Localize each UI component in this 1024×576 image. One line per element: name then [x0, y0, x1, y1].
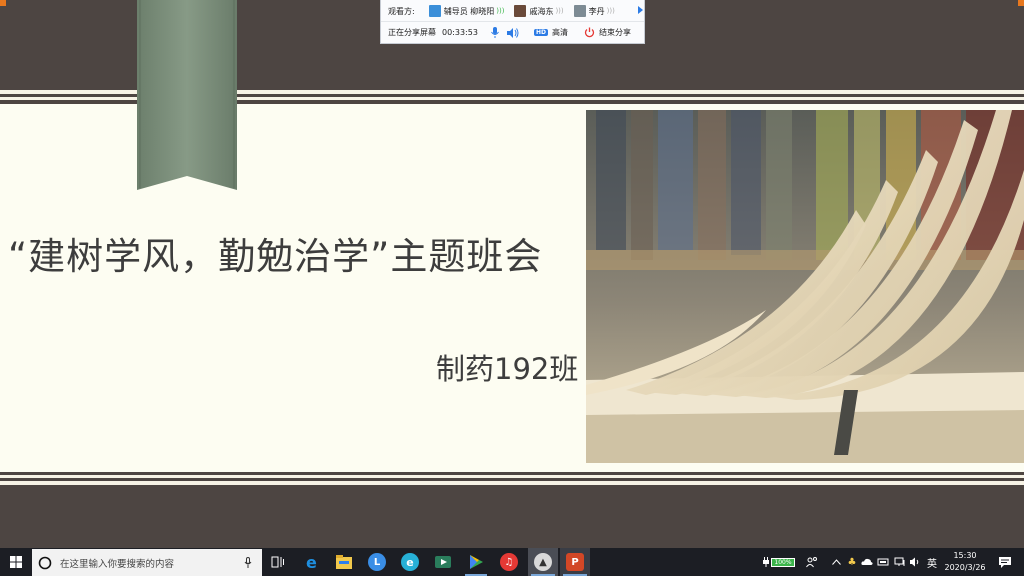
viewers-row: 观看方: 辅导员 柳晓阳 ))) 戚海东 ))) 李丹 ))): [381, 0, 644, 22]
people-glyph-icon: [806, 557, 817, 568]
network-icon[interactable]: [893, 548, 907, 576]
speaker-icon[interactable]: [506, 27, 520, 39]
viewer-item[interactable]: 李丹 ))): [573, 5, 615, 17]
video-player-icon: [435, 556, 451, 568]
expand-arrow-icon[interactable]: [638, 6, 643, 14]
monitor-network-icon: [894, 557, 905, 566]
open-book-photo: [586, 110, 1024, 463]
chevron-up-icon: [831, 559, 841, 565]
cortana-circle-icon: [38, 556, 52, 569]
avatar: [514, 5, 527, 17]
power-icon: [584, 27, 595, 38]
people-icon[interactable]: [804, 548, 820, 576]
l-app-icon: L: [368, 553, 386, 571]
viewer-item[interactable]: 戚海东 ))): [514, 5, 564, 17]
start-button[interactable]: [0, 548, 32, 576]
search-placeholder: 在这里输入你要搜索的内容: [60, 558, 175, 570]
elapsed-time: 00:33:53: [442, 28, 478, 37]
show-hidden-icons-chevron-icon[interactable]: [830, 548, 842, 576]
slide-stripe: [0, 481, 1024, 485]
battery-percent: 100%: [771, 557, 795, 567]
task-view-icon: [271, 556, 284, 568]
speaker-inactive-icon: ))): [606, 7, 615, 15]
volume-icon[interactable]: [908, 548, 922, 576]
taskbar-app-l[interactable]: L: [363, 548, 391, 576]
task-view-button[interactable]: [264, 548, 292, 576]
viewer-name: 辅导员 柳晓阳: [443, 6, 495, 16]
speaker-tray-icon: [910, 557, 919, 567]
ie-browser-icon: e: [401, 553, 419, 571]
speaker-inactive-icon: ))): [555, 7, 564, 15]
device-glyph-icon: [877, 558, 889, 565]
viewer-name: 李丹: [588, 6, 605, 16]
viewer-item[interactable]: 辅导员 柳晓阳 ))): [428, 5, 505, 17]
play-store-icon: [470, 555, 483, 569]
share-status-label: 正在分享屏幕: [388, 28, 436, 37]
taskbar-app-powerpoint[interactable]: P: [560, 548, 590, 576]
clock[interactable]: 15:30 2020/3/26: [942, 548, 988, 576]
speaker-active-icon: ))): [496, 7, 505, 15]
taskbar-app-explorer[interactable]: [330, 548, 358, 576]
bookmark-ribbon: [137, 0, 237, 190]
notification-icon: [999, 556, 1011, 568]
screen-corner-marker: [1018, 0, 1024, 6]
viewers-label: 观看方:: [388, 6, 415, 16]
tray-app-icon[interactable]: ♣: [845, 548, 859, 576]
taskbar-app-edge[interactable]: e: [298, 548, 326, 576]
end-share-button[interactable]: 结束分享: [599, 27, 631, 38]
taskbar-app-play[interactable]: [462, 548, 490, 576]
quality-button[interactable]: 高清: [552, 27, 568, 38]
slide-stripe: [0, 475, 1024, 478]
tray-app-glyph-icon: ♣: [847, 556, 857, 568]
screen-corner-marker: [0, 0, 6, 6]
music-app-icon: ♫: [500, 553, 518, 571]
cloud-icon: [861, 558, 873, 565]
clock-date: 2020/3/26: [944, 563, 986, 572]
presentation-slide: “建树学风，勤勉治学”主题班会 制药192班: [0, 0, 1024, 548]
battery-indicator[interactable]: 100%: [762, 548, 796, 576]
taskbar-app-classroom[interactable]: ▲: [528, 548, 558, 576]
screen-share-panel: 观看方: 辅导员 柳晓阳 ))) 戚海东 ))) 李丹 ))) 正在分享屏幕 0…: [380, 0, 645, 44]
share-status-row: 正在分享屏幕 00:33:53 HD 高清 结束分享: [381, 22, 644, 43]
taskbar-search-box[interactable]: 在这里输入你要搜索的内容: [32, 549, 262, 576]
taskbar-app-video[interactable]: [429, 548, 457, 576]
windows-logo-icon: [10, 556, 22, 568]
powerpoint-icon: P: [566, 553, 584, 571]
hd-badge: HD: [533, 29, 548, 36]
edge-browser-icon: e: [306, 553, 317, 571]
action-center-button[interactable]: [992, 548, 1018, 576]
avatar: [573, 5, 586, 17]
input-method-indicator[interactable]: 英: [924, 548, 940, 576]
microphone-search-icon[interactable]: [244, 556, 252, 569]
slide-subtitle: 制药192班: [436, 352, 579, 386]
onedrive-icon[interactable]: [860, 548, 874, 576]
clock-time: 15:30: [953, 551, 977, 560]
slide-title: “建树学风，勤勉治学”主题班会: [8, 235, 543, 278]
svg-text:e: e: [306, 553, 317, 571]
microphone-icon[interactable]: [490, 26, 500, 39]
viewer-name: 戚海东: [529, 6, 554, 16]
taskbar-app-ie[interactable]: e: [396, 548, 424, 576]
taskbar-app-netease[interactable]: ♫: [495, 548, 523, 576]
tray-device-icon[interactable]: [876, 548, 890, 576]
plug-icon: [763, 557, 770, 567]
avatar: [428, 5, 441, 17]
classroom-app-icon: ▲: [534, 553, 552, 571]
file-explorer-icon: [336, 555, 352, 569]
